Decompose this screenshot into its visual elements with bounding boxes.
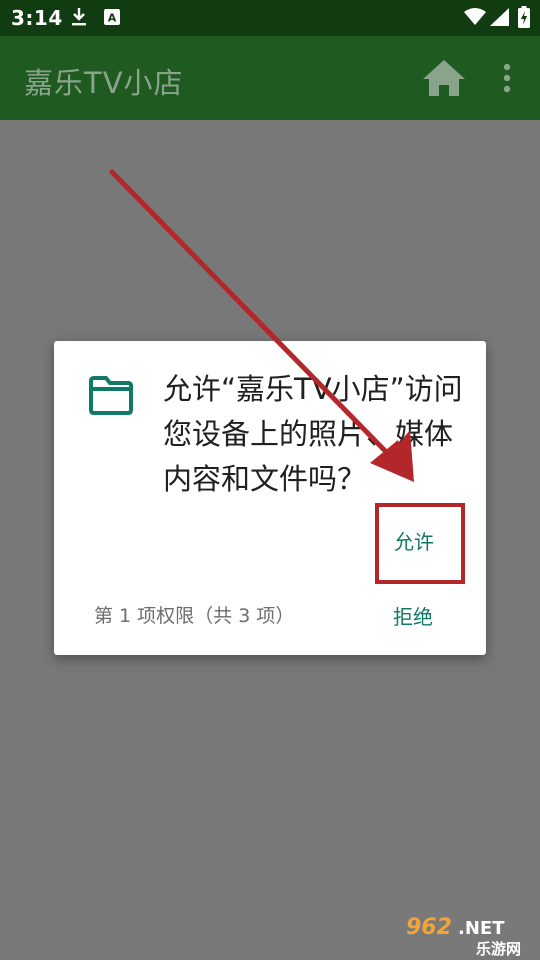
deny-button[interactable]: 拒绝 (393, 601, 433, 630)
svg-text:乐游网: 乐游网 (476, 940, 521, 958)
status-time: 3:14 (11, 6, 63, 30)
svg-text:962: 962 (406, 915, 452, 940)
folder-icon (89, 376, 133, 415)
permission-dialog: 允许“嘉乐TV小店”访问您设备上的照片、媒体内容和文件吗？ 允许 第 1 项权限… (54, 341, 486, 655)
site-watermark-logo: 962 .NET 乐游网 (400, 912, 534, 958)
more-vert-icon[interactable] (494, 62, 520, 96)
home-icon[interactable] (421, 58, 467, 98)
status-bar: 3:14 A (0, 0, 540, 36)
app-bar: 嘉乐TV小店 (0, 36, 540, 120)
download-icon (72, 8, 86, 26)
permission-counter: 第 1 项权限（共 3 项） (94, 605, 295, 627)
svg-text:A: A (108, 12, 117, 25)
dialog-message: 允许“嘉乐TV小店”访问您设备上的照片、媒体内容和文件吗？ (163, 372, 463, 496)
signal-icon (490, 8, 509, 26)
a-notification-icon: A (104, 9, 120, 25)
allow-highlight-box (375, 503, 465, 584)
battery-charging-icon (518, 6, 530, 28)
wifi-icon (464, 8, 486, 25)
svg-text:.NET: .NET (458, 918, 505, 939)
app-title: 嘉乐TV小店 (24, 66, 184, 100)
